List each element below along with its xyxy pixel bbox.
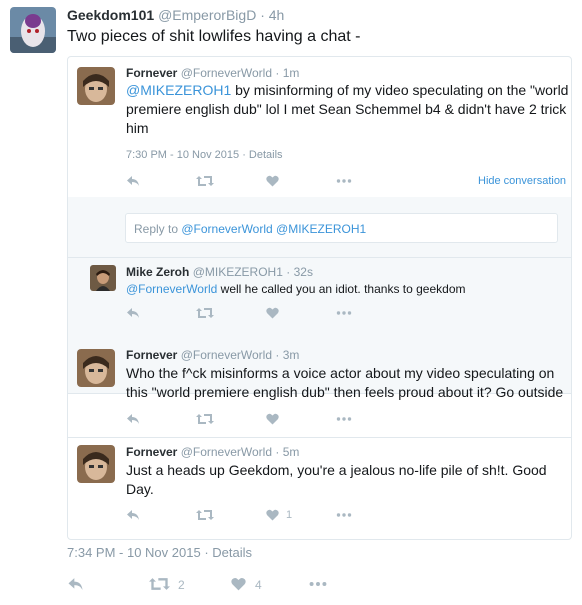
heart-icon[interactable]: [266, 413, 279, 425]
tweet4-name[interactable]: Fornever: [126, 445, 177, 459]
main-tweet-header: Geekdom101 @EmperorBigD · 4h: [67, 7, 284, 23]
main-tweet-retweet-count: 2: [178, 578, 185, 592]
avatar-geekdom101[interactable]: [10, 7, 56, 53]
tweet1-actions: Hide conversation: [126, 175, 566, 191]
main-tweet-name[interactable]: Geekdom101: [67, 7, 154, 23]
more-icon[interactable]: [336, 413, 352, 425]
tweet3-line1: Who the f^ck misinforms a voice actor ab…: [126, 365, 555, 381]
tweet2-separator: ·: [286, 265, 291, 279]
tweet2-handle[interactable]: @MIKEZEROH1: [193, 265, 283, 279]
tweet1-date[interactable]: 7:30 PM - 10 Nov 2015: [126, 149, 239, 161]
tweet2-actions: [126, 307, 566, 323]
tweet2-name[interactable]: Mike Zeroh: [126, 265, 189, 279]
tweet1-time[interactable]: 1m: [283, 66, 300, 80]
tweet1-text: @MIKEZEROH1 by misinforming of my video …: [126, 81, 569, 138]
tweet1-details-link[interactable]: Details: [249, 149, 283, 161]
tweet4-separator: ·: [275, 445, 280, 459]
reply-icon[interactable]: [126, 175, 140, 187]
retweet-icon[interactable]: [149, 577, 170, 591]
thread-divider-2: [68, 437, 571, 438]
tweet3-line2: this "world premiere english dub" then f…: [126, 384, 564, 400]
more-icon[interactable]: [336, 509, 352, 521]
tweet2-text: @ForneverWorld well he called you an idi…: [126, 282, 466, 296]
tweet1-line1: by misinforming of my video speculating …: [235, 82, 569, 98]
more-icon[interactable]: [336, 175, 352, 187]
more-icon[interactable]: [336, 307, 352, 319]
tweet2-header: Mike Zeroh @MIKEZEROH1 · 32s: [126, 265, 313, 279]
main-tweet-time[interactable]: 4h: [269, 7, 285, 23]
tweet3-handle[interactable]: @ForneverWorld: [181, 348, 272, 362]
main-tweet-actions: 2 4: [67, 575, 547, 595]
reply-icon[interactable]: [126, 509, 140, 521]
tweet1-meta-separator: ·: [242, 149, 246, 161]
tweet2-mention[interactable]: @ForneverWorld: [126, 282, 217, 296]
tweet1-line3: him: [126, 120, 149, 136]
main-tweet-handle[interactable]: @EmperorBigD: [158, 7, 256, 23]
tweet1-mention[interactable]: @MIKEZEROH1: [126, 82, 231, 98]
tweet3-actions: [126, 413, 566, 429]
tweet1-meta: 7:30 PM - 10 Nov 2015 · Details: [126, 149, 283, 161]
main-tweet-details-link[interactable]: Details: [212, 545, 252, 560]
tweet3-text: Who the f^ck misinforms a voice actor ab…: [126, 364, 566, 402]
tweet1-header: Fornever @ForneverWorld · 1m: [126, 66, 299, 80]
tweet4-line1: Just a heads up Geekdom, you're a jealou…: [126, 462, 547, 478]
more-icon[interactable]: [308, 577, 328, 591]
tweet3-separator: ·: [275, 348, 280, 362]
tweet1-handle[interactable]: @ForneverWorld: [181, 66, 272, 80]
reply-mentions: @ForneverWorld @MIKEZEROH1: [181, 222, 367, 236]
main-tweet-separator: ·: [260, 7, 265, 23]
reply-icon[interactable]: [126, 307, 140, 319]
tweet4-like-count: 1: [286, 509, 293, 521]
tweet4-time[interactable]: 5m: [283, 445, 300, 459]
tweet1-separator: ·: [275, 66, 280, 80]
tweet4-handle[interactable]: @ForneverWorld: [181, 445, 272, 459]
main-tweet-meta: 7:34 PM - 10 Nov 2015 · Details: [67, 545, 252, 560]
avatar-fornever[interactable]: [77, 349, 115, 387]
tweet2-time[interactable]: 32s: [294, 265, 313, 279]
main-tweet-like-count: 4: [255, 578, 262, 592]
avatar-fornever[interactable]: [77, 67, 115, 105]
retweet-icon[interactable]: [196, 175, 214, 187]
tweet4-text: Just a heads up Geekdom, you're a jealou…: [126, 461, 566, 499]
tweet3-time[interactable]: 3m: [283, 348, 300, 362]
avatar-fornever[interactable]: [77, 445, 115, 483]
main-tweet-meta-separator: ·: [204, 545, 209, 560]
tweet3-header: Fornever @ForneverWorld · 3m: [126, 348, 299, 362]
heart-icon[interactable]: [266, 175, 279, 187]
tweet1-name[interactable]: Fornever: [126, 66, 177, 80]
avatar-mike-zeroh[interactable]: [90, 265, 116, 291]
tweet1-line2: premiere english dub" lol I met Sean Sch…: [126, 101, 567, 117]
main-tweet-date[interactable]: 7:34 PM - 10 Nov 2015: [67, 545, 201, 560]
main-tweet-text: Two pieces of shit lowlifes having a cha…: [67, 28, 361, 45]
retweet-icon[interactable]: [196, 307, 214, 319]
retweet-icon[interactable]: [196, 413, 214, 425]
reply-prefix: Reply to: [134, 222, 179, 236]
reply-divider: [68, 257, 571, 258]
tweet4-actions: 1: [126, 509, 566, 525]
hide-conversation-link[interactable]: Hide conversation: [478, 175, 566, 187]
reply-icon[interactable]: [67, 577, 84, 591]
tweet4-line2: Day.: [126, 481, 154, 497]
tweet2-body: well he called you an idiot. thanks to g…: [220, 282, 466, 296]
retweet-icon[interactable]: [196, 509, 214, 521]
reply-icon[interactable]: [126, 413, 140, 425]
reply-input[interactable]: Reply to @ForneverWorld @MIKEZEROH1: [125, 213, 558, 243]
tweet4-header: Fornever @ForneverWorld · 5m: [126, 445, 299, 459]
heart-icon[interactable]: [266, 509, 279, 521]
tweet3-name[interactable]: Fornever: [126, 348, 177, 362]
heart-icon[interactable]: [266, 307, 279, 319]
heart-icon[interactable]: [231, 577, 246, 591]
conversation-card: Fornever @ForneverWorld · 1m @MIKEZEROH1…: [67, 56, 572, 540]
